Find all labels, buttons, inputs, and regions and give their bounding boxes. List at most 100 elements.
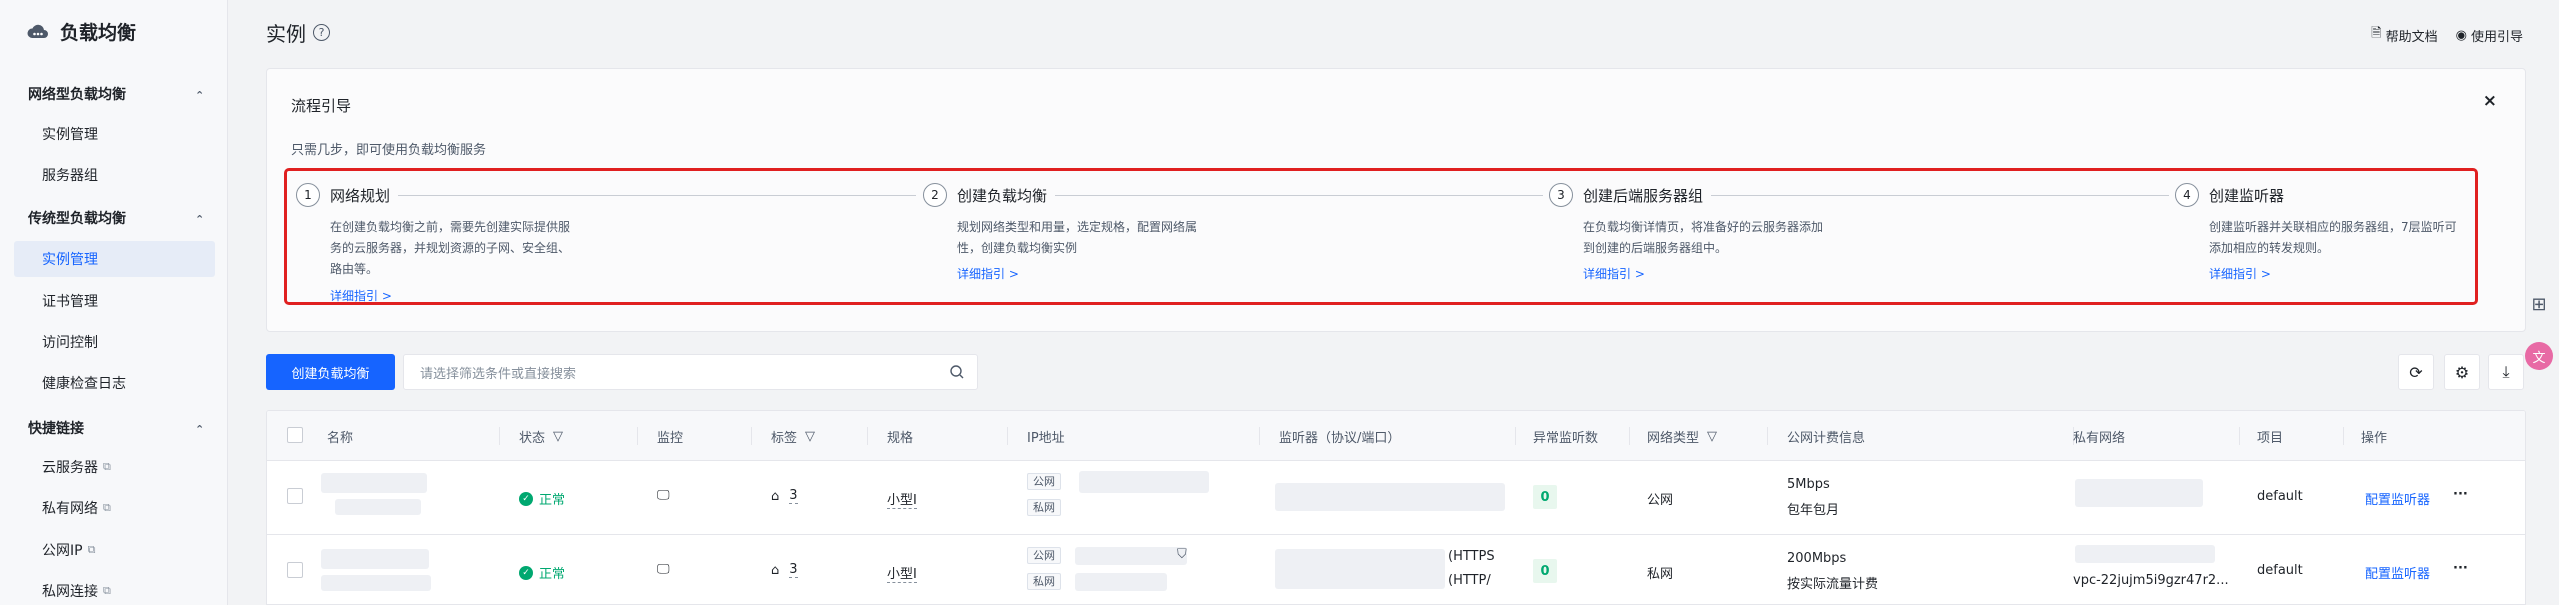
status-text: 正常 [539, 567, 566, 582]
vpc-id[interactable]: vpc-22jujm5i9gzr47r2... [2073, 573, 2229, 588]
column-divider[interactable] [1515, 427, 1516, 445]
download-button[interactable]: ⤓ [2488, 354, 2524, 390]
column-header-ip: IP地址 [1027, 427, 1065, 446]
eye-icon: ◉ [2455, 27, 2467, 43]
column-label: 异常监听数 [1533, 431, 1599, 446]
nav-group-quick-links[interactable]: 快捷链接 ⌄ [28, 418, 204, 438]
network-type: 私网 [1647, 567, 1674, 582]
translate-float-button[interactable]: 文 [2525, 342, 2553, 370]
sidebar-item-clb-instances[interactable]: 实例管理 [14, 241, 215, 277]
row-checkbox[interactable] [287, 488, 303, 504]
column-divider[interactable] [2343, 427, 2344, 445]
spec-cell: 小型I [887, 563, 917, 583]
step-number: 1 [296, 183, 320, 207]
step-description: 在负载均衡详情页，将准备好的云服务器添加到创建的后端服务器组中。 [1583, 220, 1824, 255]
nav-group-network-lb[interactable]: 网络型负载均衡 ⌄ [28, 84, 204, 104]
tags-cell[interactable]: ⌂ 3 [771, 488, 798, 504]
ip-private-pill: 私网 [1027, 573, 1061, 590]
ip-public-pill: 公网 [1027, 473, 1061, 490]
column-divider[interactable] [1629, 427, 1630, 445]
refresh-button[interactable]: ⟳ [2398, 354, 2434, 390]
column-label: 操作 [2361, 431, 2388, 446]
sidebar-item-nlb-instances[interactable]: 实例管理 [14, 116, 215, 152]
redacted-name [321, 549, 429, 569]
instances-table: 名称 状态 ▽ 监控 标签 ▽ 规格 IP地址 监听器（协议/端口） 异常监听数 网… [266, 410, 2526, 605]
close-icon[interactable]: × [2483, 91, 2497, 111]
configure-listener-link[interactable]: 配置监听器 [2365, 563, 2430, 582]
sidebar-item-certificates[interactable]: 证书管理 [14, 283, 215, 319]
usage-guide-link[interactable]: ◉ 使用引导 [2456, 24, 2523, 46]
filter-icon[interactable]: ▽ [1707, 429, 1717, 444]
spec-text: 小型I [887, 493, 917, 509]
column-header-status: 状态 ▽ [519, 427, 563, 446]
step-detail-link[interactable]: 详细指引 > [957, 265, 1019, 282]
project: default [2257, 489, 2303, 504]
column-header-spec: 规格 [887, 427, 913, 446]
brand[interactable]: 负载均衡 [26, 18, 136, 45]
column-divider[interactable] [637, 427, 638, 445]
sidebar-item-privatelink[interactable]: 私网连接 ⧉ [14, 573, 215, 605]
billing-mode: 包年包月 [1787, 503, 1840, 518]
listener-protocol-http: (HTTP/ [1448, 573, 1491, 588]
tags-cell[interactable]: ⌂ 3 [771, 562, 798, 578]
sidebar-item-server-groups[interactable]: 服务器组 [14, 157, 215, 193]
column-label: 监控 [657, 431, 684, 446]
refresh-icon: ⟳ [2409, 362, 2423, 382]
column-header-actions: 操作 [2361, 427, 2387, 446]
configure-listener-link[interactable]: 配置监听器 [2365, 489, 2430, 508]
table-row[interactable]: ✓ 正常 🖵 ⌂ 3 小型I 公网 私网 ⛉ (HTTPS (HTTP/ 0 私网 … [267, 535, 2525, 604]
column-header-network-type: 网络类型 ▽ [1647, 427, 1717, 446]
filter-icon[interactable]: ▽ [805, 429, 815, 444]
create-load-balancer-button[interactable]: 创建负载均衡 [266, 354, 395, 390]
step-number: 3 [1549, 183, 1573, 207]
column-header-name: 名称 [327, 427, 353, 446]
sidebar-item-health-logs[interactable]: 健康检查日志 [14, 365, 215, 401]
column-divider[interactable] [867, 427, 868, 445]
help-icon[interactable]: ? [313, 24, 330, 41]
column-divider[interactable] [1007, 427, 1008, 445]
ip-private: 私网 [1027, 499, 1061, 516]
column-divider[interactable] [751, 427, 752, 445]
check-circle-icon: ✓ [519, 565, 533, 580]
redacted-name [321, 473, 427, 493]
apps-float-button[interactable]: ⊞ [2525, 290, 2553, 318]
sidebar-item-label: 云服务器 [42, 460, 98, 476]
nav-group-label: 网络型负载均衡 [28, 87, 126, 103]
step-detail-link[interactable]: 详细指引 > [2209, 265, 2271, 282]
redacted-vpc [2075, 479, 2203, 507]
column-divider[interactable] [499, 427, 500, 445]
column-divider[interactable] [1767, 427, 1768, 445]
step-detail-link[interactable]: 详细指引 > [330, 287, 392, 304]
monitor-icon[interactable]: 🖵 [657, 488, 670, 503]
redacted-ip [1075, 547, 1187, 565]
usage-guide-label: 使用引导 [2470, 29, 2523, 45]
sidebar-item-label: 证书管理 [42, 294, 98, 310]
settings-button[interactable]: ⚙ [2444, 354, 2480, 390]
select-all-checkbox[interactable] [287, 427, 303, 443]
row-checkbox[interactable] [287, 562, 303, 578]
tag-count: 3 [789, 488, 798, 504]
nav-group-classic-lb[interactable]: 传统型负载均衡 ⌄ [28, 208, 204, 228]
column-label: 网络类型 [1647, 431, 1700, 446]
chevron-up-icon: ⌄ [194, 87, 204, 101]
table-row[interactable]: ✓ 正常 🖵 ⌂ 3 小型I 公网 私网 0 公网 5Mbps 包年包月 defau… [267, 461, 2525, 535]
grid-plus-icon: ⊞ [2531, 293, 2547, 315]
sidebar-item-public-ip[interactable]: 公网IP ⧉ [14, 532, 215, 568]
monitor-icon[interactable]: 🖵 [657, 562, 670, 577]
translate-icon: 文 [2532, 350, 2546, 366]
more-actions-icon[interactable]: ··· [2453, 487, 2468, 502]
sidebar-item-ecs[interactable]: 云服务器 ⧉ [14, 449, 215, 485]
step-connector [330, 195, 916, 196]
column-divider[interactable] [1259, 427, 1260, 445]
external-link-icon: ⧉ [103, 460, 111, 473]
sidebar-item-vpc[interactable]: 私有网络 ⧉ [14, 490, 215, 526]
check-circle-icon: ✓ [519, 491, 533, 506]
filter-icon[interactable]: ▽ [553, 429, 563, 444]
sidebar-item-access-control[interactable]: 访问控制 [14, 324, 215, 360]
column-divider[interactable] [2239, 427, 2240, 445]
table-header: 名称 状态 ▽ 监控 标签 ▽ 规格 IP地址 监听器（协议/端口） 异常监听数 网… [267, 411, 2525, 461]
search-input[interactable]: 请选择筛选条件或直接搜索 [403, 354, 978, 390]
more-actions-icon[interactable]: ··· [2453, 561, 2468, 576]
help-doc-link[interactable]: 🗎 帮助文档 [2371, 24, 2437, 46]
step-detail-link[interactable]: 详细指引 > [1583, 265, 1645, 282]
